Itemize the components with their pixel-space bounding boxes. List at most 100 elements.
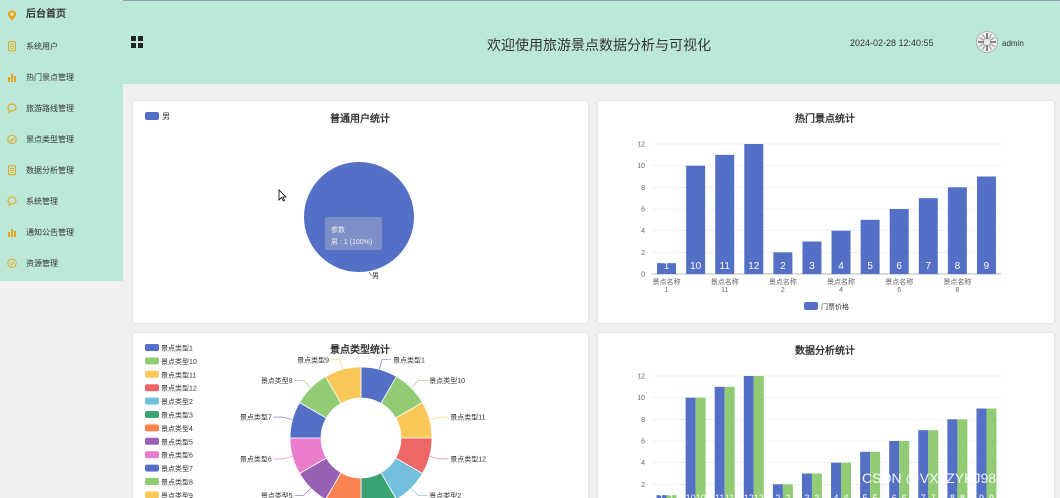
chart-title: 热门景点统计 [795,112,855,125]
legend-swatch[interactable] [145,411,159,418]
sidebar-item-resources[interactable]: 资源管理 [0,248,123,279]
bar[interactable] [947,419,958,498]
legend-label[interactable]: 景点类型9 [161,491,193,498]
legend-swatch[interactable] [145,478,159,485]
x-tick-label: 景点名称 [711,277,739,286]
x-tick-label: 4 [839,287,843,294]
slice-label: 景点类型11 [450,413,485,422]
sidebar-item-data-analysis[interactable]: 数据分析管理 [0,155,123,186]
sidebar-item-spot-types[interactable]: 景点类型管理 [0,124,123,155]
bar[interactable] [928,430,939,498]
sidebar: 后台首页 系统用户热门景点管理旅游路线管理景点类型管理 数据分析管理 系统管理通知公告… [0,0,123,281]
bar-value-label: 8 [955,261,961,272]
chart-title: 普通用户统计 [330,112,390,125]
legend-label[interactable]: 景点类型8 [161,478,193,487]
y-tick-label: 6 [641,207,645,214]
legend-label[interactable]: 景点类型2 [161,397,193,406]
x-tick-label: 景点名称 [827,277,855,286]
hot-spots-card: 热门景点统计 0 2 4 6 8 10 12 1 10 11 12 2 3 4 5 6 7 8 9 景点名称 1 景点名称 1… [598,101,1054,323]
legend-swatch[interactable] [804,302,818,310]
bar[interactable] [744,144,764,274]
x-tick-label: 6 [897,287,901,294]
bar[interactable] [743,376,754,498]
spot-types-card: 景点类型统计 景点类型1 景点类型10 景点类型11 景点类型12 景点类型2 景点类型3 景… [133,333,588,498]
y-tick-label: 4 [641,228,645,235]
datetime-display: 2024-02-28 12:40:55 [850,38,934,48]
label-line [273,416,293,420]
legend-swatch[interactable] [145,424,159,432]
bar-value-label: 7 [921,493,926,498]
legend-swatch[interactable] [145,384,159,392]
slice-label: 景点类型7 [240,413,272,422]
bar-value-label: 10 [686,493,696,498]
legend-label[interactable]: 景点类型3 [161,411,193,420]
bar[interactable] [976,176,996,275]
legend-swatch[interactable] [145,451,159,459]
sidebar-item-hot-spots[interactable]: 热门景点管理 [0,62,123,93]
legend-label[interactable]: 景点类型1 [161,344,193,353]
bar-value-label: 12 [748,261,760,272]
bar[interactable] [715,154,735,274]
legend-label[interactable]: 景点类型4 [161,424,193,433]
bar[interactable] [957,419,968,498]
bar-value-label: 9 [979,493,984,498]
sidebar-item-label: 数据分析管理 [26,166,74,175]
label-line [429,456,449,460]
sidebar-item-system-users[interactable]: 系统用户 [0,31,123,62]
label-line [410,380,428,389]
label-line [379,359,391,370]
document-icon [8,165,16,176]
bar[interactable] [753,376,764,498]
legend-swatch[interactable] [145,397,159,405]
bar-value-label: 2 [780,261,786,272]
legend-swatch[interactable] [145,370,159,378]
bar-value-label: 4 [838,261,844,272]
bar-value-label: 5 [873,493,878,498]
sidebar-item-notices[interactable]: 通知公告管理 [0,217,123,248]
sidebar-item-routes[interactable]: 旅游路线管理 [0,93,123,124]
grid-menu-icon[interactable] [131,36,143,48]
legend-label[interactable]: 景点类型12 [161,384,197,393]
label-line [294,380,312,389]
x-tick-label: 2 [781,287,785,294]
bar[interactable] [714,386,725,498]
legend-label[interactable]: 景点类型6 [161,451,193,460]
legend-label[interactable]: 门票价格 [821,302,849,311]
check-circle-icon [7,134,17,144]
sidebar-item-home[interactable]: 后台首页 [0,0,123,31]
hot-spots-chart: 热门景点统计0246810121 10 11 12 2 3 4 5 6 7 8 9景点名称1景点名称1… [637,112,1001,311]
legend-label[interactable]: 景点类型7 [161,464,193,473]
legend-swatch[interactable] [145,491,159,498]
legend-swatch[interactable] [145,357,159,365]
sidebar-item-label: 系统管理 [26,197,58,206]
sidebar-item-label: 热门景点管理 [26,73,74,82]
bar-chart-icon [8,229,16,237]
legend-label[interactable]: 景点类型10 [161,357,197,366]
bar[interactable] [686,165,706,274]
x-tick-label: 1 [665,287,669,294]
check-circle-icon [7,258,17,268]
legend-label[interactable]: 景点类型11 [161,370,196,379]
bar-value-label: 3 [814,493,819,498]
legend-label[interactable]: 景点类型5 [161,437,193,446]
user-stats-chart: 普通用户统计男男参数男 : 1 (100%) [145,112,414,280]
spot-types-chart: 景点类型统计景点类型1景点类型10景点类型11景点类型12景点类型2景点类型3景… [145,343,486,498]
sidebar-item-label: 景点类型管理 [26,135,74,144]
bar-value-label: 10 [690,261,702,272]
bar[interactable] [695,397,706,498]
legend-swatch[interactable] [145,464,159,472]
legend-swatch[interactable] [145,344,159,351]
document-icon [8,41,16,52]
legend-label[interactable]: 男 [162,112,170,121]
bar-value-label: 3 [809,261,815,272]
bar[interactable] [685,397,696,498]
bar[interactable] [724,386,735,498]
avatar[interactable] [976,31,998,53]
chat-bubble-icon [7,196,17,207]
legend-swatch[interactable] [145,112,159,120]
bar-value-label: 11 [715,493,724,498]
legend-swatch[interactable] [145,437,159,445]
bar[interactable] [918,430,929,498]
username[interactable]: admin [1002,39,1024,48]
sidebar-item-system[interactable]: 系统管理 [0,186,123,217]
